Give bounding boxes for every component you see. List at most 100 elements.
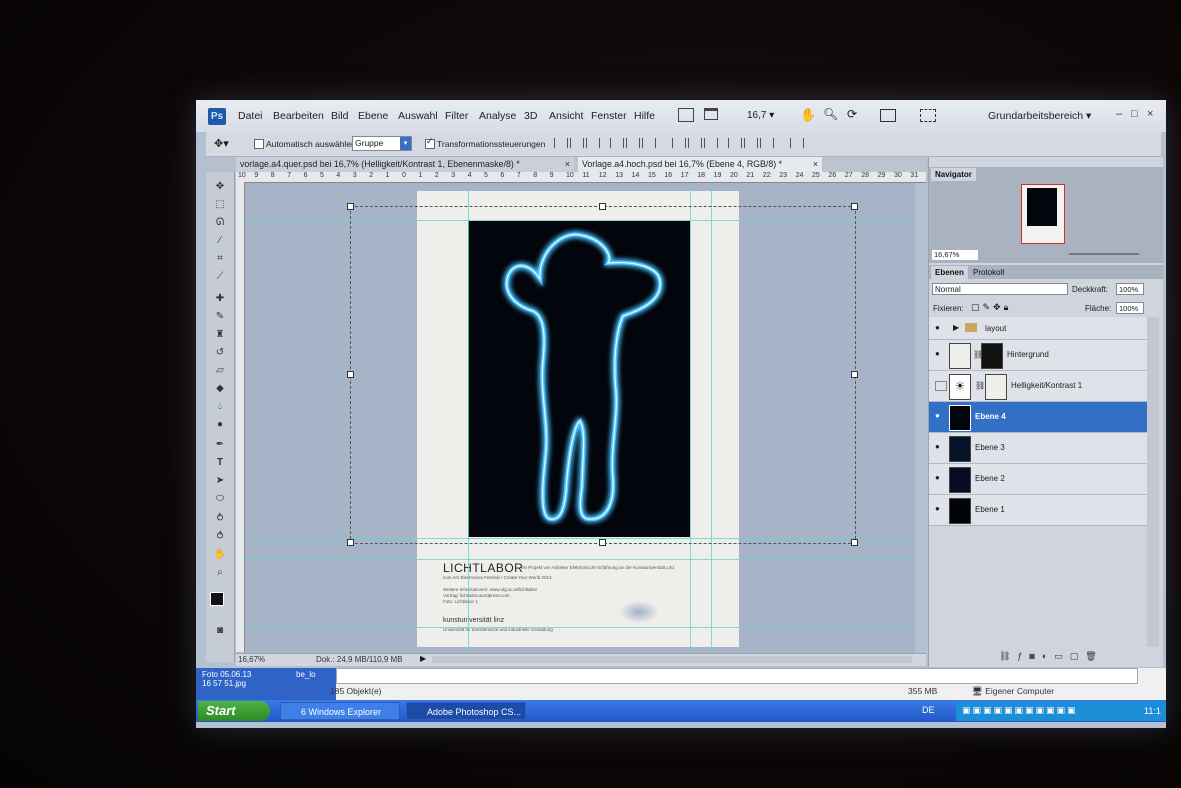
eraser-tool-icon[interactable]: ▱ [210, 364, 230, 378]
visibility-off-box[interactable] [935, 381, 947, 391]
align-vcenter-icon[interactable] [570, 138, 584, 148]
menu-item-filter[interactable]: Filter [445, 110, 468, 122]
distribute-top-icon[interactable] [672, 138, 686, 148]
tab-vorlage-quer[interactable]: vorlage.a4.quer.psd bei 16,7% (Helligkei… [236, 157, 574, 172]
menu-item-bearbeiten[interactable]: Bearbeiten [273, 110, 324, 122]
tab-history[interactable]: Protokoll [969, 266, 1008, 279]
status-menu-arrow-icon[interactable]: ▶ [420, 654, 426, 663]
move-tool-icon[interactable]: ✥▾ [214, 137, 229, 150]
menu-item-datei[interactable]: Datei [238, 110, 263, 122]
layer-row-hintergrund[interactable]: ● ⛓ Hintergrund [929, 340, 1147, 371]
menu-item-fenster[interactable]: Fenster [591, 110, 627, 122]
distribute-bottom-icon[interactable] [704, 138, 718, 148]
3d-rotate-tool-icon[interactable]: ⥁ [210, 512, 230, 526]
transform-handle[interactable] [851, 371, 858, 378]
layer-row-ebene-3[interactable]: ● Ebene 3 [929, 433, 1147, 464]
close-button[interactable]: × [1147, 108, 1153, 120]
eyedropper-tool-icon[interactable]: ⟋ [210, 270, 230, 284]
visibility-eye-icon[interactable]: ● [935, 350, 945, 358]
menu-item-auswahl[interactable]: Auswahl [398, 110, 438, 122]
explorer-address-bar[interactable] [336, 668, 1138, 684]
path-selection-tool-icon[interactable]: ➤ [210, 474, 230, 488]
distribute-hcenter-icon[interactable] [744, 138, 758, 148]
visibility-eye-icon[interactable]: ● [935, 443, 945, 451]
transform-handle[interactable] [599, 203, 606, 210]
align-hcenter-icon[interactable] [626, 138, 640, 148]
3d-orbit-tool-icon[interactable]: ⥀ [210, 530, 230, 544]
align-bottom-icon[interactable] [586, 138, 600, 148]
tab-navigator[interactable]: Navigator [931, 168, 976, 181]
blur-tool-icon[interactable]: 💧︎ [210, 400, 230, 414]
shape-tool-icon[interactable]: ⬭ [210, 492, 230, 506]
transform-bounding-box[interactable] [350, 206, 856, 544]
bridge-icon[interactable] [678, 108, 694, 122]
history-brush-tool-icon[interactable]: ↺ [210, 346, 230, 360]
close-tab-icon[interactable]: × [813, 157, 818, 172]
tab-vorlage-hoch[interactable]: Vorlage.a4.hoch.psd bei 16,7% (Ebene 4, … [578, 157, 822, 172]
tab-layers[interactable]: Ebenen [931, 266, 968, 279]
screen-mode-icon[interactable] [920, 109, 936, 122]
maximize-button[interactable]: □ [1131, 108, 1138, 120]
horizontal-scrollbar[interactable] [432, 656, 912, 663]
zoom-tool-icon[interactable]: 🔍︎ [823, 107, 838, 121]
foreground-color-swatch[interactable] [210, 592, 224, 606]
menu-item-ansicht[interactable]: Ansicht [549, 110, 583, 122]
visibility-eye-icon[interactable]: ● [935, 505, 945, 513]
transform-controls-checkbox[interactable]: ✓ [425, 136, 435, 149]
workspace-switcher[interactable]: Grundarbeitsbereich ▾ [988, 110, 1091, 122]
group-expand-icon[interactable]: ▶ [953, 323, 959, 332]
layers-footer-icons[interactable]: ⛓ƒ◙◐▭▢🗑︎ [999, 651, 1104, 662]
gradient-tool-icon[interactable]: ◆ [210, 382, 230, 396]
menu-item-hilfe[interactable]: Hilfe [634, 110, 655, 122]
navigator-zoom-slider[interactable] [1069, 253, 1139, 255]
align-left-icon[interactable] [610, 138, 624, 148]
move-tool-icon[interactable]: ✥ [210, 180, 230, 194]
close-tab-icon[interactable]: × [565, 157, 570, 172]
layers-scrollbar[interactable] [1147, 317, 1159, 647]
distribute-left-icon[interactable] [728, 138, 742, 148]
view-extras-icon[interactable] [704, 108, 718, 120]
distribute-right-icon[interactable] [760, 138, 774, 148]
transform-handle[interactable] [347, 371, 354, 378]
auto-select-dropdown[interactable]: Gruppe ▾ [352, 136, 412, 151]
arrange-documents-icon[interactable] [880, 109, 896, 122]
transform-handle[interactable] [851, 203, 858, 210]
healing-brush-tool-icon[interactable]: ✚ [210, 292, 230, 306]
clone-stamp-tool-icon[interactable]: ♜ [210, 328, 230, 342]
blend-mode-select[interactable]: Normal [932, 283, 1068, 295]
crop-tool-icon[interactable]: ⌗ [210, 252, 230, 266]
auto-align-icon[interactable] [790, 138, 804, 148]
layer-row-ebene-4[interactable]: ● Ebene 4 [929, 402, 1147, 433]
hand-tool-icon[interactable]: ✋ [800, 107, 816, 123]
align-top-icon[interactable] [554, 138, 568, 148]
layer-row-layout[interactable]: ● ▶ layout [929, 317, 1147, 340]
visibility-eye-icon[interactable]: ● [935, 412, 945, 420]
hand-tool-icon[interactable]: ✋ [210, 548, 230, 562]
start-button[interactable]: Start [198, 701, 270, 721]
status-zoom[interactable]: 16,67% [238, 655, 265, 664]
taskbar-photoshop-button[interactable]: Adobe Photoshop CS... [406, 702, 526, 720]
lasso-tool-icon[interactable]: ᘏ [210, 216, 230, 230]
zoom-tool-icon[interactable]: ⌕ [210, 566, 230, 580]
tray-icons[interactable]: ▣▣▣▣▣▣▣▣▣▣▣ [962, 705, 1078, 716]
zoom-level-select[interactable]: 16,7 ▾ [747, 110, 774, 121]
align-right-icon[interactable] [642, 138, 656, 148]
magic-wand-tool-icon[interactable]: ⁄ [210, 234, 230, 248]
taskbar-explorer-button[interactable]: 6 Windows Explorer [280, 702, 400, 720]
transform-handle[interactable] [347, 539, 354, 546]
visibility-eye-icon[interactable]: ● [935, 474, 945, 482]
fill-field[interactable]: 100% [1116, 302, 1144, 314]
rotate-view-icon[interactable]: ⟳ [847, 107, 857, 121]
quick-mask-icon[interactable]: ◙ [210, 624, 230, 638]
menu-item-3d[interactable]: 3D [524, 110, 537, 122]
visibility-eye-icon[interactable]: ● [935, 324, 945, 332]
lock-icons[interactable]: ▢✎✥🔒︎ [971, 302, 1011, 313]
type-tool-icon[interactable]: T [210, 456, 230, 470]
layer-row-ebene-1[interactable]: ● Ebene 1 [929, 495, 1147, 526]
marquee-tool-icon[interactable]: ⬚ [210, 198, 230, 212]
explorer-file-tile[interactable]: Foto 05.06.13 16 57 51.jpg be_lo [196, 668, 336, 700]
menu-item-bild[interactable]: Bild [331, 110, 349, 122]
transform-handle[interactable] [851, 539, 858, 546]
layer-row-ebene-2[interactable]: ● Ebene 2 [929, 464, 1147, 495]
canvas-area[interactable]: LICHTLABOR ein Projekt von Anbieter Elek… [245, 183, 915, 653]
